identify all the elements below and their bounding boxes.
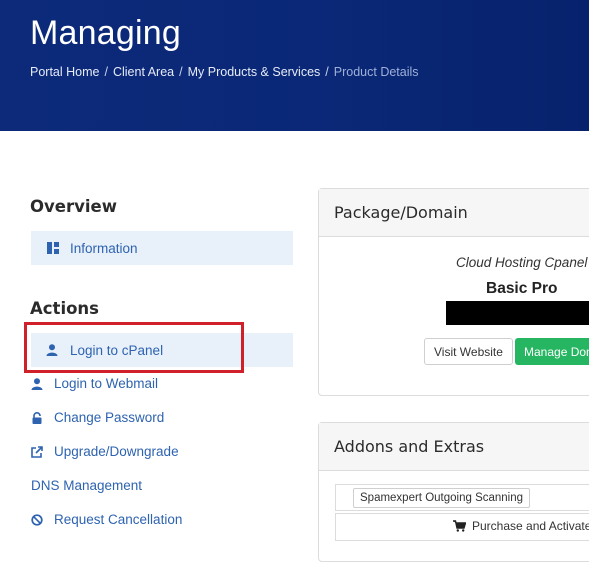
ban-icon	[31, 513, 43, 526]
package-domain-panel: Package/Domain Cloud Hosting Cpanel Basi…	[318, 188, 589, 396]
actions-heading: Actions	[30, 299, 99, 318]
breadcrumb-portal-home[interactable]: Portal Home	[30, 65, 99, 79]
purchase-row[interactable]: Purchase and Activate	[335, 513, 589, 541]
addon-row: Spamexpert Outgoing Scanning	[335, 484, 589, 511]
panel-title: Addons and Extras	[319, 423, 589, 471]
lock-icon	[32, 411, 42, 424]
dashboard-icon	[47, 242, 59, 254]
external-link-icon	[31, 445, 43, 458]
breadcrumb-products-services[interactable]: My Products & Services	[188, 65, 321, 79]
product-name: Basic Pro	[486, 280, 558, 297]
sidebar-item-label: Change Password	[54, 410, 165, 425]
breadcrumb: Portal Home / Client Area / My Products …	[30, 65, 419, 79]
sidebar-item-information[interactable]: Information	[31, 231, 293, 265]
sidebar-item-login-webmail[interactable]: Login to Webmail	[31, 376, 158, 391]
page-header: Managing Portal Home / Client Area / My …	[0, 0, 589, 131]
user-icon	[31, 377, 43, 390]
sidebar-item-label: Login to Webmail	[54, 376, 159, 391]
addon-name-badge: Spamexpert Outgoing Scanning	[353, 488, 531, 508]
addons-extras-panel: Addons and Extras Spamexpert Outgoing Sc…	[318, 422, 589, 562]
sidebar-item-request-cancellation[interactable]: Request Cancellation	[31, 512, 182, 527]
highlight-annotation-box	[24, 322, 244, 373]
sidebar-item-label: Request Cancellation	[54, 512, 183, 527]
visit-website-button[interactable]: Visit Website	[424, 338, 513, 365]
breadcrumb-product-details: Product Details	[333, 65, 419, 79]
purchase-activate-button[interactable]: Purchase and Activate	[453, 519, 589, 533]
sidebar-item-label: Upgrade/Downgrade	[54, 444, 179, 459]
breadcrumb-separator: /	[179, 65, 183, 79]
product-group-name: Cloud Hosting Cpanel	[456, 255, 588, 270]
overview-heading: Overview	[30, 197, 117, 216]
page-title: Managing	[30, 14, 181, 52]
manage-domain-button[interactable]: Manage Domain	[515, 338, 589, 365]
sidebar-item-change-password[interactable]: Change Password	[31, 410, 164, 425]
panel-title: Package/Domain	[319, 189, 589, 237]
breadcrumb-separator: /	[104, 65, 108, 79]
breadcrumb-separator: /	[325, 65, 329, 79]
breadcrumb-client-area[interactable]: Client Area	[113, 65, 174, 79]
sidebar-item-dns-management[interactable]: DNS Management	[31, 478, 142, 493]
shopping-cart-icon	[453, 520, 466, 532]
sidebar-item-label: Information	[70, 240, 138, 256]
redacted-domain	[446, 301, 589, 325]
sidebar-item-upgrade-downgrade[interactable]: Upgrade/Downgrade	[31, 444, 179, 459]
sidebar-item-label: DNS Management	[31, 478, 143, 493]
purchase-label: Purchase and Activate	[472, 519, 589, 533]
